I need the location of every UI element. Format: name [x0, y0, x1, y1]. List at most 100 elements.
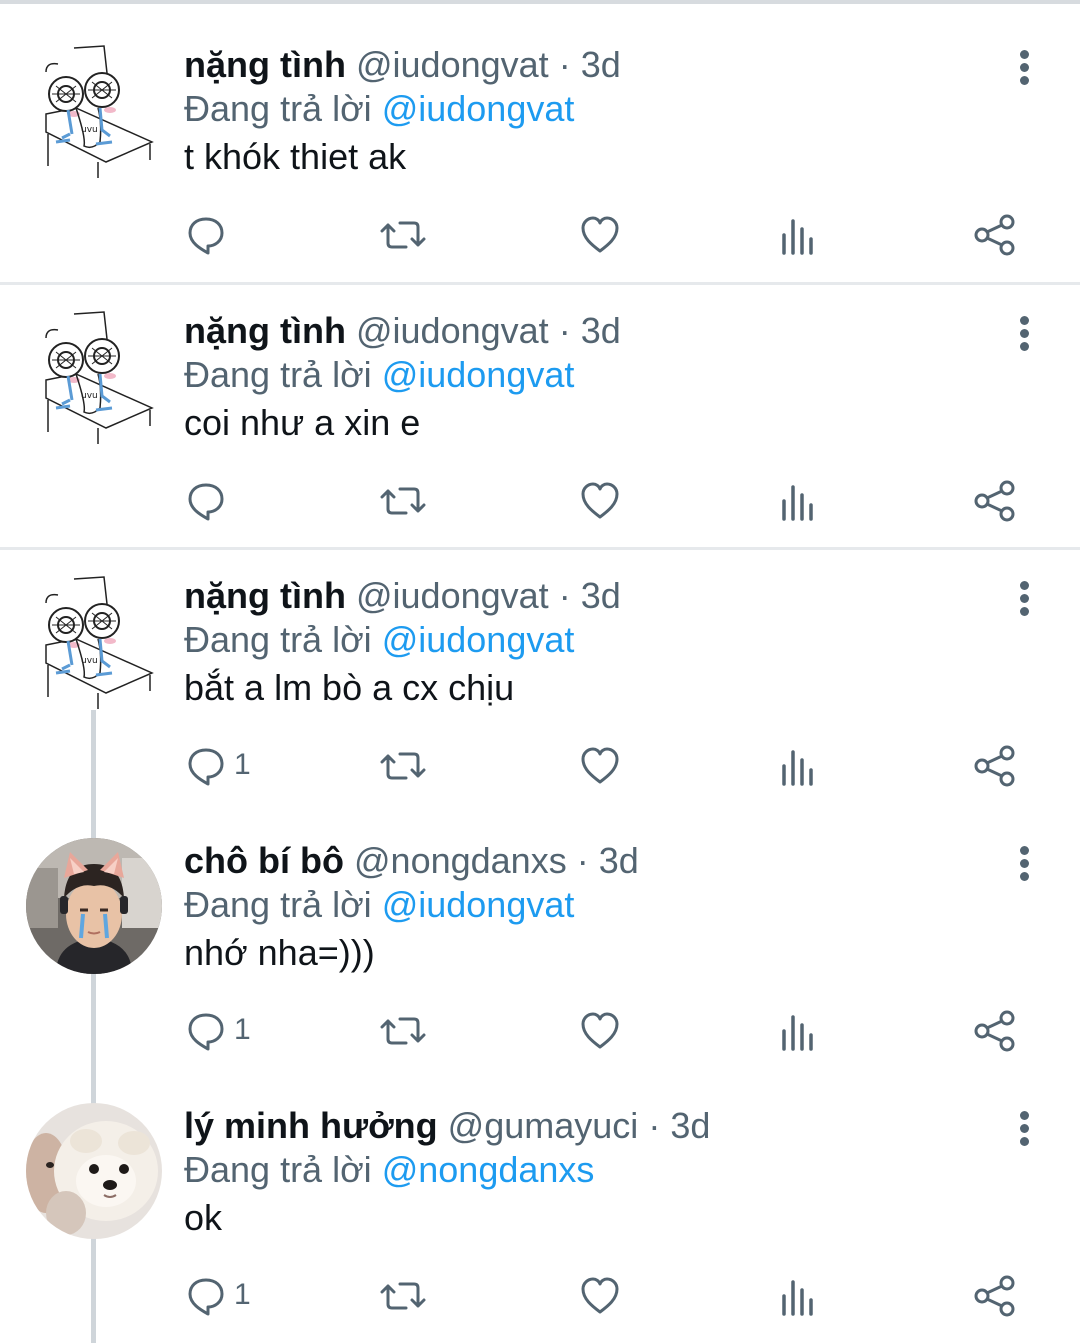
reply-prefix: Đang trả lời: [184, 354, 372, 395]
tweet-text: coi như a xin e: [184, 402, 421, 443]
display-name[interactable]: chô bí bô: [184, 840, 344, 881]
more-icon[interactable]: [1010, 844, 1040, 884]
reply-prefix: Đang trả lời: [184, 88, 372, 129]
action-bar: 1: [0, 1006, 1080, 1056]
display-name[interactable]: nặng tình: [184, 575, 346, 616]
reply-mention-link[interactable]: @iudongvat: [382, 619, 575, 660]
analytics-icon: [776, 1274, 820, 1318]
display-name[interactable]: nặng tình: [184, 44, 346, 85]
separator-dot: ·: [576, 840, 589, 881]
more-icon[interactable]: [1010, 579, 1040, 619]
avatar[interactable]: [26, 838, 162, 974]
retweet-icon: [378, 479, 428, 523]
retweet-icon: [378, 1274, 428, 1318]
analytics-button[interactable]: [776, 741, 820, 791]
user-handle[interactable]: @iudongvat: [356, 310, 549, 351]
share-icon: [973, 1009, 1017, 1053]
like-icon: [578, 479, 622, 523]
analytics-icon: [776, 479, 820, 523]
reply-icon: [184, 479, 228, 523]
analytics-icon: [776, 213, 820, 257]
reply-mention-link[interactable]: @iudongvat: [382, 354, 575, 395]
user-handle[interactable]: @iudongvat: [356, 44, 549, 85]
retweet-button[interactable]: [378, 741, 428, 791]
like-icon: [578, 744, 622, 788]
share-icon: [973, 213, 1017, 257]
tweet-separator: [0, 282, 1080, 285]
separator-dot: ·: [558, 44, 571, 85]
tweet-header: nặng tình @iudongvat · 3d: [184, 308, 621, 354]
analytics-button[interactable]: [776, 1006, 820, 1056]
reply-button[interactable]: 1: [184, 1271, 264, 1321]
like-button[interactable]: [578, 210, 622, 260]
user-handle[interactable]: @gumayuci: [448, 1105, 639, 1146]
more-icon[interactable]: [1010, 48, 1040, 88]
more-icon[interactable]: [1010, 1109, 1040, 1149]
tweet-header: nặng tình @iudongvat · 3d: [184, 42, 621, 88]
reply-mention-link[interactable]: @iudongvat: [382, 88, 575, 129]
timestamp[interactable]: 3d: [581, 575, 621, 616]
tweet-header: chô bí bô @nongdanxs · 3d: [184, 838, 639, 884]
reply-context: Đang trả lời @nongdanxs: [184, 1147, 594, 1193]
tweet-text: nhớ nha=))): [184, 932, 375, 973]
reply-icon: [184, 744, 228, 788]
like-button[interactable]: [578, 1271, 622, 1321]
share-icon: [973, 744, 1017, 788]
reply-context: Đang trả lời @iudongvat: [184, 86, 574, 132]
tweet-header: nặng tình @iudongvat · 3d: [184, 573, 621, 619]
analytics-button[interactable]: [776, 210, 820, 260]
reply-button[interactable]: 1: [184, 1006, 264, 1056]
retweet-button[interactable]: [378, 210, 428, 260]
share-button[interactable]: [973, 476, 1017, 526]
like-button[interactable]: [578, 476, 622, 526]
share-button[interactable]: [973, 210, 1017, 260]
timestamp[interactable]: 3d: [599, 840, 639, 881]
reply-prefix: Đang trả lời: [184, 619, 372, 660]
avatar[interactable]: [26, 573, 162, 709]
like-button[interactable]: [578, 1006, 622, 1056]
reply-context: Đang trả lời @iudongvat: [184, 352, 574, 398]
reply-button[interactable]: [184, 476, 264, 526]
avatar[interactable]: [26, 1103, 162, 1239]
action-bar: 1: [0, 741, 1080, 791]
retweet-icon: [378, 744, 428, 788]
display-name[interactable]: lý minh hưởng: [184, 1105, 438, 1146]
like-icon: [578, 213, 622, 257]
action-bar: [0, 210, 1080, 260]
reply-count: 1: [234, 1013, 251, 1046]
separator-dot: ·: [558, 310, 571, 351]
reply-icon: [184, 1009, 228, 1053]
retweet-button[interactable]: [378, 1271, 428, 1321]
timestamp[interactable]: 3d: [670, 1105, 710, 1146]
reply-mention-link[interactable]: @nongdanxs: [382, 1149, 595, 1190]
separator-dot: ·: [558, 575, 571, 616]
retweet-button[interactable]: [378, 1006, 428, 1056]
share-button[interactable]: [973, 1271, 1017, 1321]
reply-context: Đang trả lời @iudongvat: [184, 882, 574, 928]
reply-mention-link[interactable]: @iudongvat: [382, 884, 575, 925]
analytics-button[interactable]: [776, 476, 820, 526]
share-icon: [973, 1274, 1017, 1318]
like-icon: [578, 1009, 622, 1053]
display-name[interactable]: nặng tình: [184, 310, 346, 351]
share-button[interactable]: [973, 741, 1017, 791]
analytics-icon: [776, 744, 820, 788]
analytics-button[interactable]: [776, 1271, 820, 1321]
reply-context: Đang trả lời @iudongvat: [184, 617, 574, 663]
user-handle[interactable]: @iudongvat: [356, 575, 549, 616]
like-button[interactable]: [578, 741, 622, 791]
user-handle[interactable]: @nongdanxs: [354, 840, 567, 881]
share-button[interactable]: [973, 1006, 1017, 1056]
like-icon: [578, 1274, 622, 1318]
more-icon[interactable]: [1010, 314, 1040, 354]
reply-count: 1: [234, 1278, 251, 1311]
reply-button[interactable]: 1: [184, 741, 264, 791]
avatar[interactable]: [26, 308, 162, 444]
tweet-header: lý minh hưởng @gumayuci · 3d: [184, 1103, 710, 1149]
timestamp[interactable]: 3d: [581, 44, 621, 85]
tweet-text: bắt a lm bò a cx chịu: [184, 667, 515, 708]
retweet-button[interactable]: [378, 476, 428, 526]
avatar[interactable]: [26, 42, 162, 178]
reply-button[interactable]: [184, 210, 264, 260]
timestamp[interactable]: 3d: [581, 310, 621, 351]
